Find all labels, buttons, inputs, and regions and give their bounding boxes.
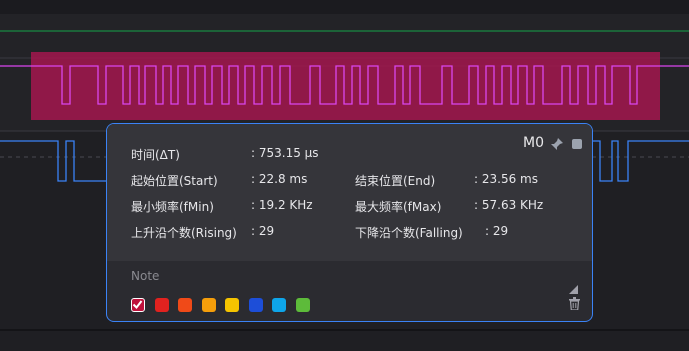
copy-icon[interactable] — [570, 136, 584, 155]
trash-icon[interactable] — [569, 295, 580, 314]
color-swatch[interactable] — [154, 298, 169, 312]
start-value: : 22.8 ms — [251, 172, 308, 186]
fmax-label: 最大频率(fMax) — [355, 200, 442, 214]
color-swatch[interactable] — [201, 298, 216, 312]
marker-name: M0 — [523, 135, 544, 151]
color-swatch[interactable] — [248, 298, 263, 312]
fmin-label: 最小频率(fMin) — [131, 200, 214, 214]
end-label: 结束位置(End) — [355, 174, 436, 188]
pin-icon[interactable] — [550, 136, 564, 155]
fmax-value: : 57.63 KHz — [474, 198, 544, 212]
color-swatch[interactable] — [131, 298, 145, 312]
rising-value: : 29 — [251, 224, 275, 238]
delta-time-value: : 753.15 µs — [251, 146, 319, 160]
color-swatch[interactable] — [178, 298, 192, 312]
fmin-value: : 19.2 KHz — [251, 198, 313, 212]
delta-time-label: 时间(ΔT) — [131, 148, 180, 162]
end-value: : 23.56 ms — [474, 172, 538, 186]
check-icon — [132, 300, 143, 310]
color-swatch[interactable] — [225, 298, 239, 312]
start-label: 起始位置(Start) — [131, 174, 218, 188]
color-swatch[interactable] — [272, 298, 286, 312]
marker-info-card: M0 时间(ΔT) : 753.15 µs 起始位置(Start) : 22.8… — [106, 123, 593, 322]
note-input[interactable]: Note — [131, 269, 159, 283]
color-swatch[interactable] — [295, 298, 310, 312]
selection-highlight — [31, 52, 660, 120]
falling-value: : 29 — [485, 224, 509, 238]
falling-label: 下降沿个数(Falling) — [355, 226, 463, 240]
rising-label: 上升沿个数(Rising) — [131, 226, 237, 240]
